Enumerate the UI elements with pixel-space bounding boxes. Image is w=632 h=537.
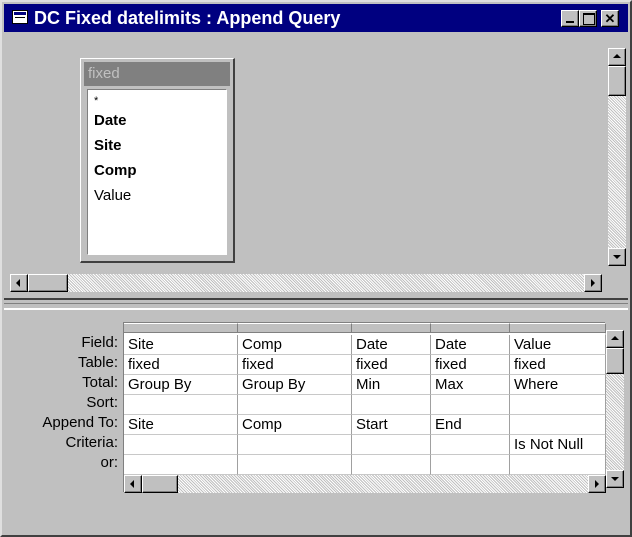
grid-cell-table[interactable]: fixed <box>238 355 352 375</box>
column-selector[interactable] <box>352 323 431 333</box>
grid-cell-criteria[interactable] <box>238 435 352 455</box>
column-selector[interactable] <box>238 323 352 333</box>
grid-cell-append-to[interactable]: Start <box>352 415 431 435</box>
grid-cell-sort[interactable] <box>124 395 238 415</box>
window-title: DC Fixed datelimits : Append Query <box>34 8 341 28</box>
arrow-right-icon <box>591 279 595 287</box>
row-label-field: Field: <box>81 334 118 351</box>
grid-cell-field[interactable]: Date <box>352 335 431 355</box>
grid-scroll-down-button[interactable] <box>606 470 624 488</box>
arrow-left-icon <box>16 279 20 287</box>
grid-scroll-left-button[interactable] <box>124 475 142 493</box>
maximize-icon <box>580 11 596 26</box>
grid-cell-criteria[interactable]: Is Not Null <box>510 435 606 455</box>
row-label-append-to: Append To: <box>42 414 118 431</box>
field-list-title[interactable]: fixed <box>84 62 230 86</box>
grid-cell-or[interactable] <box>431 455 510 475</box>
grid-cell-table[interactable]: fixed <box>352 355 431 375</box>
field-item-value[interactable]: Value <box>94 183 220 208</box>
grid-cell-sort[interactable] <box>431 395 510 415</box>
upper-horizontal-thumb[interactable] <box>28 274 68 292</box>
grid-cell-or[interactable] <box>238 455 352 475</box>
grid-cell-field[interactable]: Value <box>510 335 606 355</box>
design-grid-pane[interactable]: Field: Table: Total: Sort: Append To: Cr… <box>4 310 628 534</box>
grid-cell-table[interactable]: fixed <box>510 355 606 375</box>
upper-scroll-left-button[interactable] <box>10 274 28 292</box>
upper-vertical-thumb[interactable] <box>608 66 626 96</box>
append-query-window: DC Fixed datelimits : Append Query ✕ fix… <box>0 0 632 537</box>
grid-scroll-right-button[interactable] <box>588 475 606 493</box>
field-list-body[interactable]: * Date Site Comp Value <box>87 89 227 255</box>
grid-cell-total[interactable]: Max <box>431 375 510 395</box>
field-item-star[interactable]: * <box>94 94 220 108</box>
grid-cell-total[interactable]: Group By <box>124 375 238 395</box>
query-window-icon[interactable] <box>12 10 28 24</box>
grid-cell-or[interactable] <box>352 455 431 475</box>
upper-scroll-down-button[interactable] <box>608 248 626 266</box>
grid-cell-sort[interactable] <box>352 395 431 415</box>
row-label-sort: Sort: <box>86 394 118 411</box>
upper-scroll-up-button[interactable] <box>608 48 626 66</box>
grid-cell-total[interactable]: Group By <box>238 375 352 395</box>
query-design-grid[interactable]: Site fixed Group By Site Comp fixed Grou… <box>123 322 606 493</box>
row-label-total: Total: <box>82 374 118 391</box>
grid-cell-criteria[interactable] <box>431 435 510 455</box>
column-selector[interactable] <box>431 323 510 333</box>
grid-cell-criteria[interactable] <box>124 435 238 455</box>
field-item-comp[interactable]: Comp <box>94 158 220 183</box>
row-label-or: or: <box>100 454 118 471</box>
grid-cell-or[interactable] <box>124 455 238 475</box>
pane-splitter[interactable] <box>4 298 628 310</box>
grid-scroll-up-button[interactable] <box>606 330 624 348</box>
maximize-button[interactable] <box>579 10 597 27</box>
grid-vertical-thumb[interactable] <box>606 348 624 374</box>
field-item-date[interactable]: Date <box>94 108 220 133</box>
grid-cell-total[interactable]: Where <box>510 375 606 395</box>
field-item-site[interactable]: Site <box>94 133 220 158</box>
column-selector[interactable] <box>124 323 238 333</box>
close-icon: ✕ <box>604 11 616 26</box>
arrow-up-icon <box>613 54 621 58</box>
grid-cell-table[interactable]: fixed <box>431 355 510 375</box>
upper-scroll-right-button[interactable] <box>584 274 602 292</box>
grid-vertical-scrollbar[interactable] <box>606 330 624 488</box>
grid-cell-total[interactable]: Min <box>352 375 431 395</box>
grid-cell-field[interactable]: Comp <box>238 335 352 355</box>
arrow-down-icon <box>611 477 619 481</box>
title-bar[interactable]: DC Fixed datelimits : Append Query ✕ <box>4 4 628 32</box>
arrow-down-icon <box>613 255 621 259</box>
grid-cell-criteria[interactable] <box>352 435 431 455</box>
row-label-criteria: Criteria: <box>65 434 118 451</box>
field-list-fixed[interactable]: fixed * Date Site Comp Value <box>80 58 235 263</box>
table-pane[interactable]: fixed * Date Site Comp Value <box>4 34 628 298</box>
arrow-left-icon <box>130 480 134 488</box>
grid-cell-append-to[interactable]: Site <box>124 415 238 435</box>
column-selector[interactable] <box>510 323 606 333</box>
grid-cell-table[interactable]: fixed <box>124 355 238 375</box>
grid-cell-or[interactable] <box>510 455 606 475</box>
minimize-icon <box>562 11 578 26</box>
grid-horizontal-scrollbar[interactable] <box>124 475 606 493</box>
upper-horizontal-scrollbar[interactable] <box>10 274 602 292</box>
grid-cell-field[interactable]: Date <box>431 335 510 355</box>
grid-cell-field[interactable]: Site <box>124 335 238 355</box>
grid-cell-append-to[interactable]: End <box>431 415 510 435</box>
minimize-button[interactable] <box>561 10 579 27</box>
grid-cell-sort[interactable] <box>238 395 352 415</box>
close-button[interactable]: ✕ <box>601 10 619 27</box>
grid-cell-append-to[interactable]: Comp <box>238 415 352 435</box>
arrow-right-icon <box>595 480 599 488</box>
grid-cell-append-to[interactable] <box>510 415 606 435</box>
grid-cell-sort[interactable] <box>510 395 606 415</box>
upper-vertical-scrollbar[interactable] <box>608 48 626 266</box>
grid-horizontal-thumb[interactable] <box>142 475 178 493</box>
arrow-up-icon <box>611 336 619 340</box>
row-label-table: Table: <box>77 354 118 371</box>
